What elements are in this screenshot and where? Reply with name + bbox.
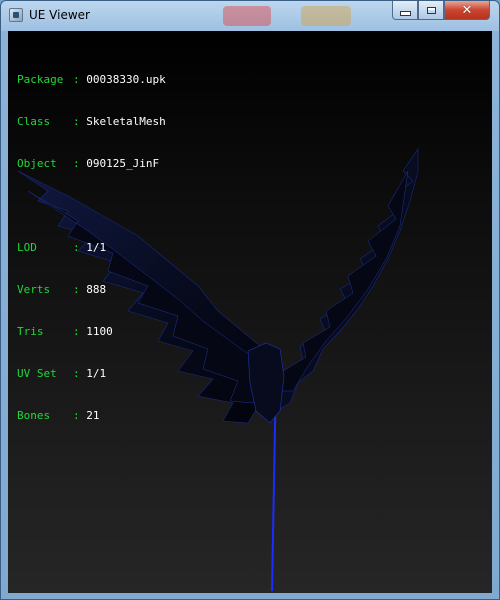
info-row-tris: Tris: 1100 xyxy=(17,325,113,338)
bones-value: 21 xyxy=(86,409,100,422)
tris-value: 1100 xyxy=(86,325,113,338)
bones-label: Bones xyxy=(17,409,51,422)
object-label: Object xyxy=(17,157,57,170)
3d-viewport[interactable]: Package: 00038330.upk Class: SkeletalMes… xyxy=(8,31,492,593)
info-row-package: Package: 00038330.upk xyxy=(17,73,166,86)
info-row-bones: Bones: 21 xyxy=(17,409,100,422)
maximize-icon xyxy=(426,6,436,14)
title-bar[interactable]: UE Viewer ✕ xyxy=(1,1,499,31)
minimize-icon xyxy=(399,10,411,16)
uvset-label: UV Set xyxy=(17,367,57,380)
app-icon xyxy=(9,8,23,22)
app-window: UE Viewer ✕ Package: 00038330.upk Class… xyxy=(0,0,500,600)
verts-label: Verts xyxy=(17,283,51,296)
info-row-object: Object: 090125_JinF xyxy=(17,157,160,170)
window-title: UE Viewer xyxy=(29,8,90,22)
lod-label: LOD xyxy=(17,241,37,254)
class-value: SkeletalMesh xyxy=(86,115,166,128)
package-value: 00038330.upk xyxy=(86,73,166,86)
lod-value: 1/1 xyxy=(86,241,107,254)
maximize-button[interactable] xyxy=(418,1,444,20)
tris-label: Tris xyxy=(17,325,44,338)
package-label: Package xyxy=(17,73,64,86)
info-row-verts: Verts: 888 xyxy=(17,283,107,296)
uvset-value: 1/1 xyxy=(86,367,107,380)
class-label: Class xyxy=(17,115,51,128)
object-value: 090125_JinF xyxy=(86,157,160,170)
mesh-info-panel: Package: 00038330.upk Class: SkeletalMes… xyxy=(17,45,166,451)
info-row-uvset: UV Set: 1/1 xyxy=(17,367,107,380)
minimize-button[interactable] xyxy=(392,1,418,20)
close-button[interactable]: ✕ xyxy=(444,1,490,20)
close-icon: ✕ xyxy=(461,2,473,18)
right-wing-feathers xyxy=(279,170,409,392)
verts-value: 888 xyxy=(86,283,107,296)
info-row-class: Class: SkeletalMesh xyxy=(17,115,166,128)
info-row-lod: LOD: 1/1 xyxy=(17,241,107,254)
